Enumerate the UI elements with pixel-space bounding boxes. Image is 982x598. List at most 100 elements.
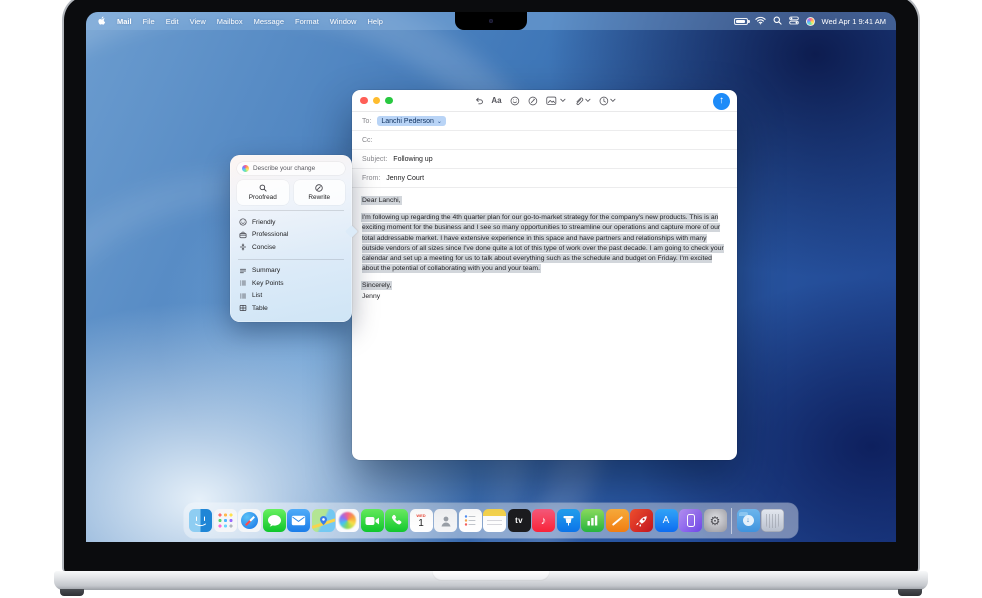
dock-icon-keynote[interactable] bbox=[557, 509, 580, 532]
dock-icon-appstore[interactable]: A bbox=[655, 509, 678, 532]
dock-icon-notes[interactable] bbox=[483, 509, 506, 532]
recipient-token[interactable]: Lanchi Pederson ⌄ bbox=[377, 116, 446, 126]
selected-text: Dear Lanchi, bbox=[362, 197, 401, 204]
camera-icon bbox=[489, 19, 493, 23]
writing-tools-popup: Proofread Rewrite Friendly bbox=[230, 155, 352, 322]
siri-icon[interactable] bbox=[806, 17, 815, 26]
display-notch bbox=[455, 12, 527, 30]
emoji-icon[interactable] bbox=[510, 96, 520, 106]
photo-browser-icon[interactable] bbox=[546, 96, 566, 106]
list-icon bbox=[239, 292, 247, 300]
format-icon[interactable]: Aa bbox=[491, 96, 501, 105]
send-later-icon[interactable] bbox=[599, 96, 616, 106]
menu-item-mailbox[interactable]: Mailbox bbox=[217, 17, 243, 26]
summary-label: Summary bbox=[252, 267, 280, 274]
wifi-icon[interactable] bbox=[755, 16, 766, 27]
writing-tools-icon[interactable] bbox=[528, 96, 538, 106]
message-body[interactable]: Dear Lanchi, I'm following up regarding … bbox=[352, 188, 737, 310]
undo-icon[interactable] bbox=[473, 96, 483, 106]
dock-icon-safari[interactable] bbox=[238, 509, 261, 532]
cc-field[interactable]: Cc: bbox=[352, 131, 737, 150]
from-field[interactable]: From: Jenny Court bbox=[352, 169, 737, 188]
menu-item-message[interactable]: Message bbox=[254, 17, 284, 26]
minimize-button[interactable] bbox=[373, 97, 381, 105]
dock-icon-launchpad[interactable] bbox=[214, 509, 237, 532]
to-label: To: bbox=[362, 118, 371, 125]
photos-flower-icon bbox=[339, 512, 356, 529]
tv-label: tv bbox=[515, 516, 523, 525]
format-option-summary[interactable]: Summary bbox=[237, 265, 345, 278]
dock-icon-numbers[interactable] bbox=[581, 509, 604, 532]
divider bbox=[238, 210, 344, 211]
menu-item-view[interactable]: View bbox=[190, 17, 206, 26]
attachment-icon[interactable] bbox=[574, 96, 591, 106]
send-button[interactable]: ↑ bbox=[713, 93, 730, 110]
key-points-icon bbox=[239, 279, 247, 287]
music-note-icon: ♪ bbox=[541, 515, 547, 527]
format-option-table[interactable]: Table bbox=[237, 302, 345, 315]
send-arrow-icon: ↑ bbox=[719, 96, 724, 106]
from-value: Jenny Court bbox=[386, 175, 424, 182]
subject-field[interactable]: Subject: Following up bbox=[352, 150, 737, 169]
signature-text: Jenny bbox=[362, 293, 380, 300]
window-titlebar[interactable]: Aa bbox=[352, 90, 737, 112]
dock-icon-system-settings[interactable]: ⚙ bbox=[704, 509, 727, 532]
menu-item-help[interactable]: Help bbox=[367, 17, 382, 26]
search-icon[interactable] bbox=[773, 16, 782, 27]
trash-can-icon bbox=[766, 514, 779, 528]
menu-item-format[interactable]: Format bbox=[295, 17, 319, 26]
dock-icon-messages[interactable] bbox=[263, 509, 286, 532]
dock-icon-downloads[interactable]: ↓ bbox=[737, 509, 760, 532]
dock-icon-finder[interactable] bbox=[189, 509, 212, 532]
dock-icon-music[interactable]: ♪ bbox=[532, 509, 555, 532]
dock-icon-trash[interactable] bbox=[761, 509, 784, 532]
menu-item-window[interactable]: Window bbox=[330, 17, 357, 26]
control-center-icon[interactable] bbox=[789, 16, 799, 27]
to-field[interactable]: To: Lanchi Pederson ⌄ bbox=[352, 112, 737, 131]
friendly-label: Friendly bbox=[252, 219, 275, 226]
tone-option-professional[interactable]: Professional bbox=[237, 229, 345, 242]
concise-lines-icon bbox=[239, 243, 247, 251]
chevron-down-icon: ⌄ bbox=[437, 118, 442, 125]
divider bbox=[238, 259, 344, 260]
format-option-list[interactable]: List bbox=[237, 290, 345, 303]
selected-text: I'm following up regarding the 4th quart… bbox=[362, 214, 724, 272]
rewrite-label: Rewrite bbox=[308, 194, 330, 201]
macbook-foot bbox=[60, 589, 84, 596]
dock-icon-iphone-mirroring[interactable] bbox=[679, 509, 702, 532]
describe-change-field[interactable] bbox=[237, 162, 345, 175]
dock-icon-reminders[interactable] bbox=[459, 509, 482, 532]
dock-icon-pages[interactable] bbox=[606, 509, 629, 532]
rewrite-button[interactable]: Rewrite bbox=[294, 180, 346, 205]
dock-icon-calendar[interactable]: WED 1 bbox=[410, 509, 433, 532]
dock-icon-photos[interactable] bbox=[336, 509, 359, 532]
selected-text: Sincerely, bbox=[362, 282, 391, 289]
dock-icon-tv[interactable]: tv bbox=[508, 509, 531, 532]
tone-option-concise[interactable]: Concise bbox=[237, 241, 345, 254]
dock-icon-facetime[interactable] bbox=[361, 509, 384, 532]
menu-item-edit[interactable]: Edit bbox=[166, 17, 179, 26]
battery-icon[interactable] bbox=[734, 18, 748, 25]
menu-item-file[interactable]: File bbox=[143, 17, 155, 26]
zoom-button[interactable] bbox=[385, 97, 393, 105]
proofread-button[interactable]: Proofread bbox=[237, 180, 289, 205]
dock-icon-contacts[interactable] bbox=[434, 509, 457, 532]
apple-intelligence-icon bbox=[242, 165, 249, 172]
apple-menu-icon[interactable] bbox=[97, 16, 106, 26]
table-label: Table bbox=[252, 305, 268, 312]
lid-scoop bbox=[432, 571, 550, 581]
rewrite-pencil-icon bbox=[315, 184, 323, 192]
proofread-label: Proofread bbox=[249, 194, 277, 201]
menu-bar-clock[interactable]: Wed Apr 1 9:41 AM bbox=[822, 17, 886, 26]
close-button[interactable] bbox=[360, 97, 368, 105]
dock-icon-rocket[interactable] bbox=[630, 509, 653, 532]
dock-icon-phone[interactable] bbox=[385, 509, 408, 532]
dock-icon-mail[interactable] bbox=[287, 509, 310, 532]
tone-option-friendly[interactable]: Friendly bbox=[237, 216, 345, 229]
describe-change-input[interactable] bbox=[253, 165, 340, 172]
format-option-key-points[interactable]: Key Points bbox=[237, 277, 345, 290]
menu-item-mail[interactable]: Mail bbox=[117, 17, 132, 26]
dock-icon-maps[interactable] bbox=[312, 509, 335, 532]
mail-compose-window: Aa bbox=[352, 90, 737, 460]
phone-outline-icon bbox=[687, 514, 695, 527]
